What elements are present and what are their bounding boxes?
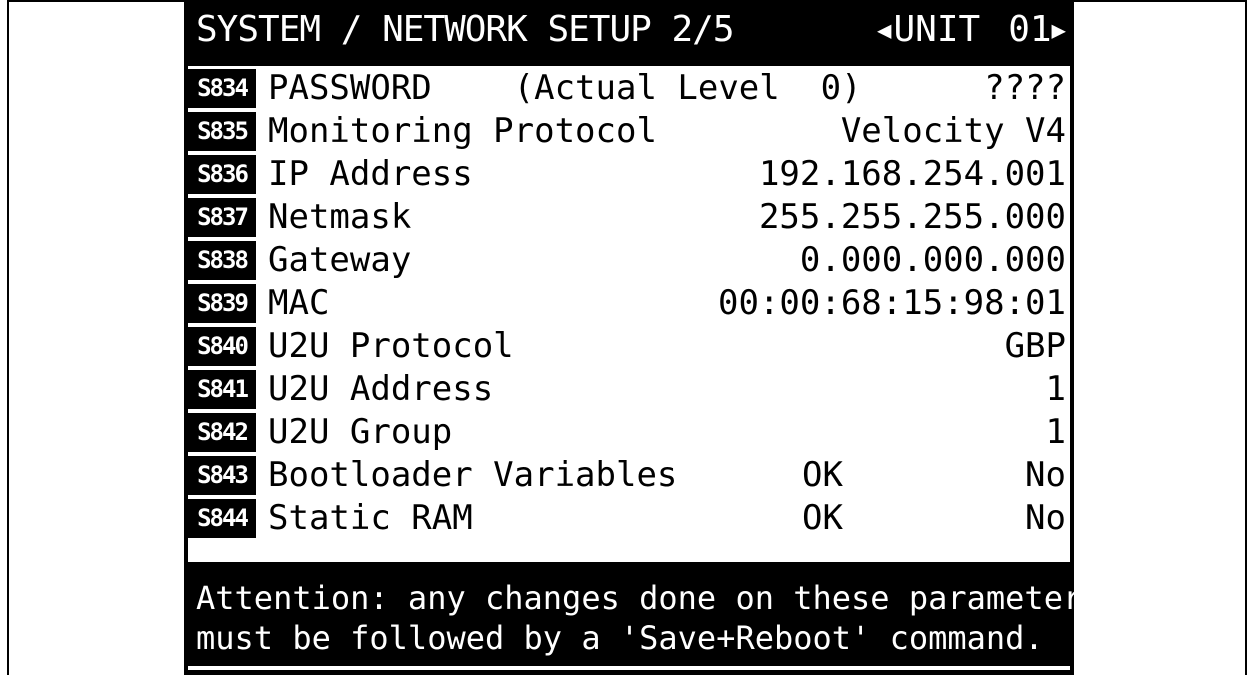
parameter-row-monitoring-protocol[interactable]: S835 Monitoring Protocol Velocity V4 [188,111,1070,152]
parameter-value: GBP [1004,326,1066,366]
parameter-code: S834 [188,69,256,108]
parameter-value: No [1025,455,1066,495]
parameter-label: Monitoring Protocol [268,111,657,151]
parameter-value: 255.255.255.000 [758,197,1066,237]
parameter-code: S837 [188,198,256,237]
footer-divider [188,666,1070,670]
parameter-code: S842 [188,413,256,452]
parameter-code: S835 [188,112,256,151]
parameter-value: ???? [984,68,1066,108]
parameter-row-password[interactable]: S834 PASSWORD (Actual Level 0) ???? [188,68,1070,109]
parameter-value: Velocity V4 [840,111,1066,151]
parameter-value: 1 [1045,369,1066,409]
parameter-code: S843 [188,456,256,495]
parameter-row-static-ram[interactable]: S844 Static RAM OK No [188,498,1070,539]
triangle-right-icon[interactable]: ▶ [1052,0,1066,60]
triangle-left-icon[interactable]: ◀ [877,0,891,60]
parameter-value: 1 [1045,412,1066,452]
parameter-row-ip-address[interactable]: S836 IP Address 192.168.254.001 [188,154,1070,195]
parameter-label: MAC [268,283,330,323]
unit-selector[interactable]: ◀ UNIT 01 ▶ [877,0,1066,60]
parameter-value: 192.168.254.001 [758,154,1066,194]
parameter-label: U2U Protocol [268,326,514,366]
attention-line-2: must be followed by a 'Save+Reboot' comm… [196,619,1044,657]
parameter-row-u2u-protocol[interactable]: S840 U2U Protocol GBP [188,326,1070,367]
parameter-value: 0.000.000.000 [799,240,1066,280]
page-title: SYSTEM / NETWORK SETUP 2/5 [196,9,735,50]
parameter-label: PASSWORD (Actual Level 0) [268,68,862,108]
parameter-row-bootloader-variables[interactable]: S843 Bootloader Variables OK No [188,455,1070,496]
parameter-value: No [1025,498,1066,538]
parameter-label: Netmask [268,197,412,237]
title-bar: SYSTEM / NETWORK SETUP 2/5 ◀ UNIT 01 ▶ [184,0,1074,60]
parameter-code: S840 [188,327,256,366]
unit-number: 01 [1008,9,1052,50]
attention-footer: Attention: any changes done on these par… [184,570,1101,670]
parameter-label: Bootloader Variables [268,455,678,495]
parameter-row-netmask[interactable]: S837 Netmask 255.255.255.000 [188,197,1070,238]
parameter-row-u2u-group[interactable]: S842 U2U Group 1 [188,412,1070,453]
parameter-value: 00:00:68:15:98:01 [718,283,1066,323]
parameter-code: S841 [188,370,256,409]
parameter-label: U2U Address [268,369,494,409]
parameter-label: Static RAM [268,498,473,538]
unit-label: UNIT [893,9,981,50]
parameter-label: Gateway [268,240,412,280]
lcd-screen: SYSTEM / NETWORK SETUP 2/5 ◀ UNIT 01 ▶ S… [184,0,1101,675]
parameter-status: OK [802,455,843,495]
parameter-code: S844 [188,499,256,538]
parameter-code: S836 [188,155,256,194]
attention-line-1: Attention: any changes done on these par… [196,579,1102,617]
parameter-code: S838 [188,241,256,280]
parameter-code: S839 [188,284,256,323]
parameter-status: OK [802,498,843,538]
parameter-label: U2U Group [268,412,453,452]
parameter-row-mac[interactable]: S839 MAC 00:00:68:15:98:01 [188,283,1070,324]
parameter-row-u2u-address[interactable]: S841 U2U Address 1 [188,369,1070,410]
parameter-label: IP Address [268,154,473,194]
parameter-row-gateway[interactable]: S838 Gateway 0.000.000.000 [188,240,1070,281]
parameter-list: S834 PASSWORD (Actual Level 0) ???? S835… [188,66,1070,562]
